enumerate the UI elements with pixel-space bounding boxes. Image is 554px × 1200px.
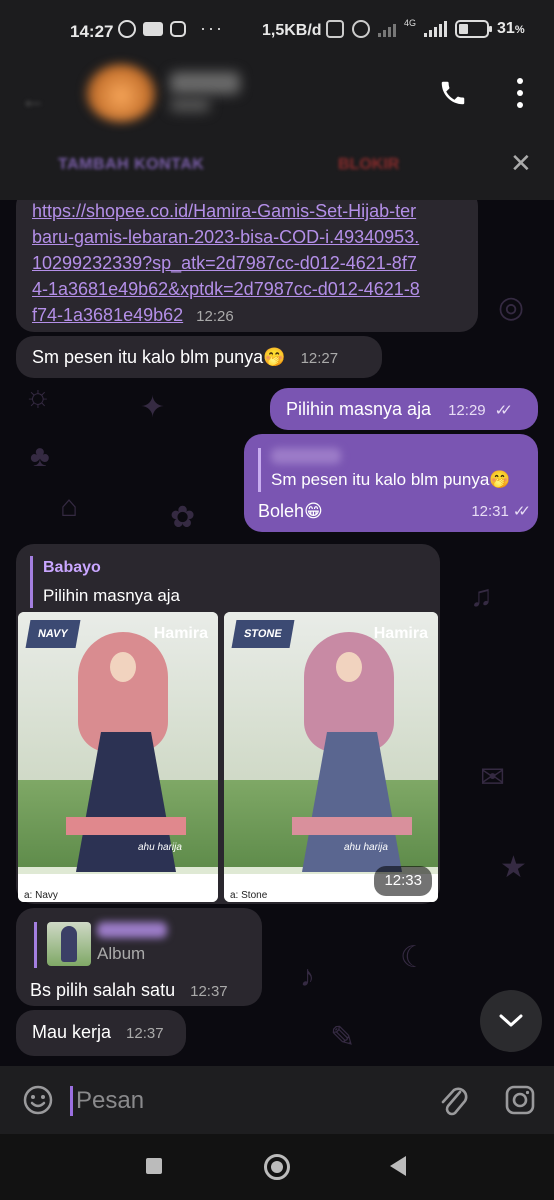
signal-weak-icon <box>378 21 396 37</box>
double-check-icon: ✓✓ <box>512 503 531 520</box>
message-time: 12:37 <box>126 1025 164 1042</box>
quoted-author: Babayo <box>43 559 101 576</box>
back-arrow-icon[interactable]: ← <box>20 84 52 116</box>
message-incoming[interactable]: https://shopee.co.id/Hamira-Gamis-Set-Hi… <box>16 200 478 332</box>
contact-action-bar: TAMBAH KONTAK BLOKIR ✕ <box>0 134 554 188</box>
instagram-icon <box>170 21 186 37</box>
chat-header: ← TAMBAH KONTAK BLOKIR ✕ <box>0 64 554 200</box>
message-incoming[interactable]: Sm pesen itu kalo blm punya🤭 12:27 <box>16 336 382 378</box>
doodle-icon: ♣ <box>30 440 50 473</box>
doodle-icon: ✦ <box>140 391 166 424</box>
doodle-icon: ★ <box>500 851 527 884</box>
message-list[interactable]: ♡ ◎ ☼ ✦ ♣ ⌂ ✿ ♫ ✉ ★ ♪ ☾ ✎ https://shopee… <box>0 200 554 1066</box>
message-incoming[interactable]: Mau kerja 12:37 <box>16 1010 186 1056</box>
message-time: 12:29 <box>448 402 486 419</box>
message-text: Sm pesen itu kalo blm punya🤭 <box>32 347 286 367</box>
doodle-icon: ◎ <box>498 291 525 324</box>
scroll-down-button[interactable] <box>480 990 542 1052</box>
quoted-author <box>97 922 167 938</box>
doodle-icon: ☾ <box>400 941 427 974</box>
doodle-icon: ✉ <box>480 761 506 794</box>
photo-caption: a: Navy <box>18 874 218 902</box>
doodle-icon: ☼ <box>24 380 52 413</box>
quoted-text: Sm pesen itu kalo blm punya🤭 <box>271 470 511 489</box>
more-notifications-icon: ··· <box>200 18 224 38</box>
product-photo[interactable]: STONE Hamira ahu harija a: Stone 12:33 <box>224 612 438 902</box>
contact-status <box>170 98 210 112</box>
quoted-author <box>271 448 341 464</box>
quoted-label: Album <box>97 944 146 963</box>
add-contact-button[interactable]: TAMBAH KONTAK <box>58 156 204 174</box>
message-time: 12:26 <box>196 308 234 325</box>
product-photo[interactable]: NAVY Hamira ahu harija a: Navy <box>18 612 218 902</box>
text-cursor <box>70 1086 73 1116</box>
album-thumbnail <box>47 922 91 966</box>
message-time: 12:31 <box>471 503 509 520</box>
doodle-icon: ♫ <box>470 580 493 613</box>
message-incoming[interactable]: Album Bs pilih salah satu 12:37 <box>16 908 262 1006</box>
doodle-icon: ✿ <box>170 501 196 534</box>
message-input[interactable] <box>76 1084 376 1118</box>
message-time: 12:37 <box>190 983 228 1000</box>
recents-button[interactable] <box>146 1158 162 1174</box>
avatar[interactable] <box>86 64 156 122</box>
phone-icon[interactable] <box>438 78 468 108</box>
photo-tag: STONE <box>231 620 295 648</box>
photo-tag: NAVY <box>25 620 81 648</box>
emoji-icon[interactable] <box>22 1084 54 1116</box>
mute-icon <box>326 20 344 38</box>
back-button[interactable] <box>390 1156 406 1176</box>
doodle-icon: ♪ <box>300 960 315 993</box>
network-type: 4G <box>404 18 417 28</box>
close-icon[interactable]: ✕ <box>510 148 532 179</box>
message-text: Pilihin masnya aja <box>286 399 432 419</box>
battery-percent: 31% <box>497 20 525 37</box>
quoted-text: Pilihin masnya aja <box>43 586 181 605</box>
status-bar: 14:27 ··· 1,5KB/d 4G 31% <box>0 0 554 64</box>
quoted-message[interactable]: Sm pesen itu kalo blm punya🤭 <box>258 448 524 492</box>
message-time: 12:33 <box>374 866 432 896</box>
shopee-link[interactable]: https://shopee.co.id/Hamira-Gamis-Set-Hi… <box>32 201 420 325</box>
quoted-album[interactable]: Album <box>34 922 248 968</box>
status-time: 14:27 <box>70 22 114 41</box>
message-outgoing[interactable]: Sm pesen itu kalo blm punya🤭 Boleh😁 12:3… <box>244 434 538 532</box>
contact-name[interactable] <box>170 72 240 94</box>
message-text: Mau kerja <box>32 1022 112 1042</box>
photo-watermark: ahu harija <box>344 842 388 853</box>
message-text: Boleh😁 <box>258 501 323 521</box>
system-nav-bar <box>0 1134 554 1200</box>
battery-icon <box>455 20 493 38</box>
doodle-icon: ✎ <box>330 1021 356 1054</box>
message-incoming-album[interactable]: Babayo Pilihin masnya aja NAVY Hamira ah… <box>16 544 440 904</box>
home-button[interactable] <box>264 1154 290 1180</box>
photo-brand: Hamira <box>373 625 428 642</box>
camera-icon[interactable] <box>504 1084 536 1116</box>
signal-icon <box>424 21 448 37</box>
more-vert-icon[interactable] <box>514 78 526 108</box>
message-outgoing[interactable]: Pilihin masnya aja 12:29 ✓✓ <box>270 388 538 430</box>
alarm-icon <box>352 20 370 38</box>
whatsapp-icon <box>118 20 136 38</box>
youtube-icon <box>143 22 163 36</box>
block-button[interactable]: BLOKIR <box>338 156 399 174</box>
photo-brand: Hamira <box>153 625 208 642</box>
message-composer <box>0 1066 554 1134</box>
attach-icon[interactable] <box>436 1082 470 1118</box>
double-check-icon: ✓✓ <box>494 402 513 419</box>
message-text: Bs pilih salah satu <box>30 980 176 1000</box>
message-time: 12:27 <box>300 350 339 367</box>
doodle-icon: ⌂ <box>60 490 79 523</box>
photo-watermark: ahu harija <box>138 842 182 853</box>
net-speed: 1,5KB/d <box>262 22 322 39</box>
chevron-down-icon <box>499 1014 523 1027</box>
quoted-message[interactable]: Babayo Pilihin masnya aja <box>30 556 426 608</box>
